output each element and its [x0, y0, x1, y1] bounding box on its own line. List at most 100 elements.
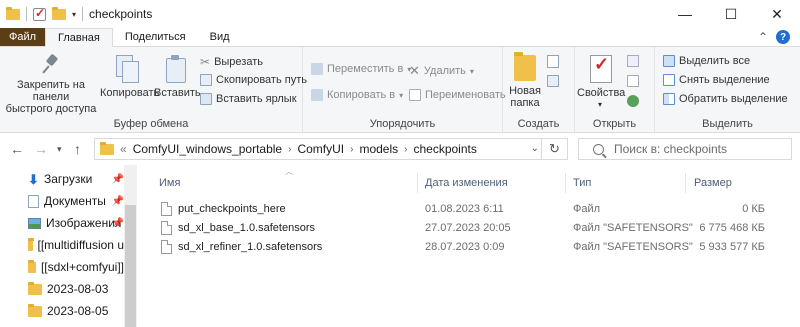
column-divider[interactable] — [565, 173, 566, 193]
address-dropdown-icon[interactable]: ⌄ — [531, 143, 539, 154]
nav-item-label: 2023-08-03 — [47, 282, 109, 296]
tab-home[interactable]: Главная — [45, 28, 113, 47]
nav-item-label: 2023-08-05 — [47, 304, 109, 318]
scissors-icon: ✂ — [200, 55, 211, 69]
file-row[interactable]: sd_xl_refiner_1.0.safetensors 28.07.2023… — [137, 238, 800, 257]
column-divider[interactable] — [685, 173, 686, 193]
breadcrumb-chevron-icon[interactable]: › — [350, 144, 353, 155]
new-folder-button[interactable]: Новая папка — [507, 52, 543, 109]
nav-item-label: [[multidiffusion u — [37, 238, 125, 252]
move-to-label: Переместить в — [327, 63, 404, 75]
copy-icon — [116, 55, 139, 83]
column-header-modified[interactable]: Дата изменения — [425, 173, 563, 193]
tab-file[interactable]: Файл — [0, 28, 45, 46]
nav-item-downloads[interactable]: ⬇ Загрузки 📌 — [28, 169, 124, 189]
properties-dropdown-icon: ▾ — [597, 100, 602, 109]
back-arrow-icon[interactable]: ← — [10, 141, 24, 157]
document-icon — [28, 194, 39, 208]
customize-toolbar-icon[interactable]: ▾ — [72, 10, 76, 19]
copy-button[interactable]: Копировать — [100, 55, 160, 99]
copy-to-button[interactable]: Копировать в ▾ — [311, 89, 403, 101]
column-header-type[interactable]: Тип — [573, 173, 681, 193]
pin-icon: 📌 — [111, 173, 124, 185]
file-row[interactable]: put_checkpoints_here 01.08.2023 6:11 Фай… — [137, 200, 800, 219]
history-icon[interactable] — [627, 95, 639, 107]
cut-button[interactable]: ✂ Вырезать — [200, 55, 263, 69]
organize-group: Переместить в ▾ Копировать в ▾ ✕ Удалить… — [303, 47, 506, 133]
nav-item-folder[interactable]: 2023-08-05 — [28, 301, 124, 321]
properties-icon[interactable] — [33, 6, 46, 21]
minimize-button[interactable]: — — [662, 0, 708, 28]
file-size: 0 КБ — [742, 203, 765, 215]
up-arrow-icon[interactable]: ↑ — [74, 141, 81, 157]
new-item-icon[interactable] — [547, 55, 559, 68]
delete-dropdown-icon: ▾ — [469, 66, 474, 76]
breadcrumb-chevron-icon[interactable]: › — [404, 144, 407, 155]
select-none-button[interactable]: Снять выделение — [663, 74, 770, 86]
select-none-label: Снять выделение — [679, 74, 770, 86]
address-folder-icon — [100, 141, 114, 155]
breadcrumb-overflow[interactable]: « — [120, 142, 127, 156]
title-bar: ▾ checkpoints — ☐ ✕ — [0, 0, 800, 28]
column-header-size[interactable]: Размер — [694, 173, 784, 193]
column-header-name[interactable]: Имя — [159, 173, 415, 193]
file-icon — [161, 240, 172, 254]
refresh-icon[interactable]: ↻ — [541, 139, 567, 159]
nav-item-folder[interactable]: 2023-08-03 — [28, 279, 124, 299]
file-name: sd_xl_refiner_1.0.safetensors — [178, 241, 323, 253]
paste-shortcut-button[interactable]: Вставить ярлык — [200, 93, 297, 105]
quick-access-toolbar: ▾ — [0, 6, 84, 21]
create-group-label: Создать — [517, 118, 560, 130]
select-all-button[interactable]: Выделить все — [663, 55, 750, 67]
help-icon[interactable]: ? — [776, 30, 790, 44]
address-bar[interactable]: « ComfyUI_windows_portable › ComfyUI › m… — [94, 138, 568, 160]
open-icon[interactable] — [627, 55, 639, 67]
nav-item-documents[interactable]: Документы 📌 — [28, 191, 124, 211]
forward-arrow-icon[interactable]: → — [34, 141, 48, 157]
copy-to-label: Копировать в — [327, 89, 396, 101]
properties-button[interactable]: Свойства ▾ — [577, 55, 625, 111]
collapse-ribbon-icon[interactable]: ⌃ — [758, 30, 768, 44]
pin-quick-access-button[interactable]: Закрепить на панели быстрого доступа — [3, 55, 99, 115]
column-divider[interactable] — [417, 173, 418, 193]
folder-icon — [28, 259, 36, 273]
file-icon — [161, 202, 172, 216]
breadcrumb-item[interactable]: ComfyUI_windows_portable — [133, 142, 282, 156]
move-to-button[interactable]: Переместить в ▾ — [311, 63, 411, 75]
nav-item-images[interactable]: Изображения 📌 — [28, 213, 124, 233]
paste-button[interactable]: Вставить — [154, 55, 201, 99]
invert-selection-label: Обратить выделение — [679, 93, 788, 105]
close-button[interactable]: ✕ — [754, 0, 800, 28]
copy-label: Копировать — [100, 87, 160, 99]
nav-item-folder[interactable]: [[sdxl+comfyui]] — [28, 257, 124, 277]
rename-button[interactable]: Переименовать — [409, 89, 506, 101]
edit-icon[interactable] — [627, 75, 639, 87]
breadcrumb-item[interactable]: models — [359, 142, 398, 156]
nav-scrollbar-thumb[interactable] — [125, 205, 136, 327]
download-icon: ⬇ — [28, 171, 39, 187]
tab-share[interactable]: Поделиться — [113, 28, 198, 46]
tab-view[interactable]: Вид — [198, 28, 242, 46]
file-type: Файл — [573, 203, 601, 215]
delete-button[interactable]: ✕ Удалить ▾ — [409, 63, 474, 79]
file-row[interactable]: sd_xl_base_1.0.safetensors 27.07.2023 20… — [137, 219, 800, 238]
copy-to-icon — [311, 89, 323, 101]
file-icon — [161, 221, 172, 235]
copy-path-button[interactable]: Скопировать путь — [200, 74, 307, 86]
paste-shortcut-icon — [200, 93, 212, 105]
maximize-button[interactable]: ☐ — [708, 0, 754, 28]
invert-selection-button[interactable]: Обратить выделение — [663, 93, 788, 105]
copy-path-label: Скопировать путь — [216, 74, 307, 86]
nav-item-folder[interactable]: [[multidiffusion u — [28, 235, 124, 255]
search-box[interactable]: Поиск в: checkpoints — [578, 138, 792, 160]
breadcrumb-item[interactable]: ComfyUI — [297, 142, 344, 156]
easy-access-icon[interactable] — [547, 75, 559, 87]
breadcrumb-item[interactable]: checkpoints — [413, 142, 476, 156]
new-folder-icon[interactable] — [52, 6, 66, 20]
nav-item-label: Загрузки — [44, 172, 93, 186]
copy-path-icon — [200, 74, 212, 86]
recent-locations-icon[interactable]: ▾ — [57, 144, 62, 155]
folder-icon — [6, 6, 20, 20]
breadcrumb-chevron-icon[interactable]: › — [288, 144, 291, 155]
select-group-label: Выделить — [702, 118, 753, 130]
